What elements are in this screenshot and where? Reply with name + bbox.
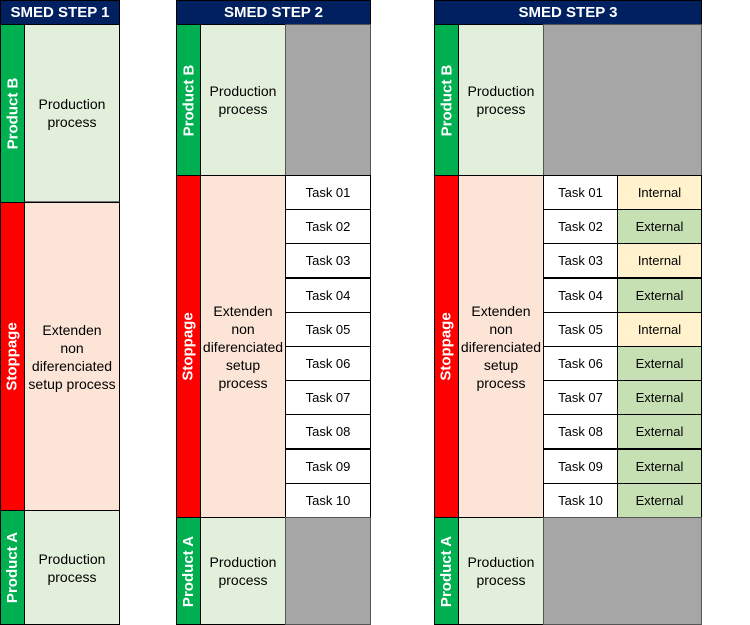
- step3-task-cell: Task 09: [543, 449, 618, 484]
- step2-task-cell: Task 04: [285, 278, 371, 313]
- step3-product-b-label: Product B: [434, 24, 459, 176]
- step3-task-cell: Task 05: [543, 312, 618, 347]
- step2-setup-process: Extenden non diferenciated setup process: [200, 175, 286, 518]
- step2-task-cell: Task 06: [285, 346, 371, 381]
- product-b-text: Product B: [180, 64, 198, 136]
- step1-header: SMED STEP 1: [0, 0, 120, 25]
- step1-stoppage-label: Stoppage: [0, 202, 25, 511]
- step3-task-cell: Task 08: [543, 414, 618, 449]
- product-a-text: Product A: [180, 535, 197, 607]
- step2-task-cell: Task 05: [285, 312, 371, 347]
- step2-task-cell: Task 02: [285, 209, 371, 244]
- step3-task-cell: Task 02: [543, 209, 618, 244]
- step2-task-cell: Task 10: [285, 483, 371, 518]
- step1-production-a: Production process: [24, 510, 120, 625]
- step2-task-cell: Task 01: [285, 175, 371, 210]
- step3-task-cell: Task 06: [543, 346, 618, 381]
- product-a-text: Product A: [4, 531, 21, 604]
- step3-setup-process: Extenden non diferenciated setup process: [458, 175, 544, 518]
- step3-product-a-label: Product A: [434, 517, 459, 625]
- step3-task-cell: Task 10: [543, 483, 618, 518]
- step3-task-cell: Task 03: [543, 243, 618, 278]
- step3-task-type-internal: Internal: [617, 175, 702, 210]
- step2-stoppage-label: Stoppage: [176, 175, 201, 518]
- step1-production-b: Production process: [24, 24, 120, 203]
- step2-production-a: Production process: [200, 517, 286, 625]
- step3-idle-a: [543, 517, 702, 625]
- step3-header: SMED STEP 3: [434, 0, 702, 25]
- step3-task-cell: Task 07: [543, 380, 618, 415]
- product-b-text: Product B: [438, 64, 456, 136]
- step3-task-type-internal: Internal: [617, 243, 702, 278]
- step3-task-type-external: External: [617, 346, 702, 381]
- step3-task-type-internal: Internal: [617, 312, 702, 347]
- step3-task-type-external: External: [617, 380, 702, 415]
- step2-production-b: Production process: [200, 24, 286, 176]
- step3-stoppage-label: Stoppage: [434, 175, 459, 518]
- step2-task-cell: Task 03: [285, 243, 371, 278]
- step2-task-cell: Task 08: [285, 414, 371, 449]
- step2-header: SMED STEP 2: [176, 0, 371, 25]
- stoppage-text: Stoppage: [438, 312, 455, 381]
- step2-idle-b: [285, 24, 371, 176]
- step1-product-a-label: Product A: [0, 510, 25, 625]
- step3-production-a: Production process: [458, 517, 544, 625]
- step3-task-cell: Task 04: [543, 278, 618, 313]
- step2-task-cell: Task 07: [285, 380, 371, 415]
- step3-production-b: Production process: [458, 24, 544, 176]
- stoppage-text: Stoppage: [180, 312, 197, 381]
- step3-task-type-external: External: [617, 209, 702, 244]
- step2-product-a-label: Product A: [176, 517, 201, 625]
- step3-task-type-external: External: [617, 278, 702, 313]
- stoppage-text: Stoppage: [4, 322, 21, 391]
- step3-task-type-external: External: [617, 449, 702, 484]
- product-b-text: Product B: [4, 77, 22, 150]
- step1-product-b-label: Product B: [0, 24, 25, 203]
- step3-task-cell: Task 01: [543, 175, 618, 210]
- step2-idle-a: [285, 517, 371, 625]
- step2-product-b-label: Product B: [176, 24, 201, 176]
- step3-task-type-external: External: [617, 483, 702, 518]
- step3-idle-b: [543, 24, 702, 176]
- step1-setup-process: Extenden non diferenciated setup process: [24, 202, 120, 511]
- step3-task-type-external: External: [617, 414, 702, 449]
- step2-task-cell: Task 09: [285, 449, 371, 484]
- product-a-text: Product A: [438, 535, 455, 607]
